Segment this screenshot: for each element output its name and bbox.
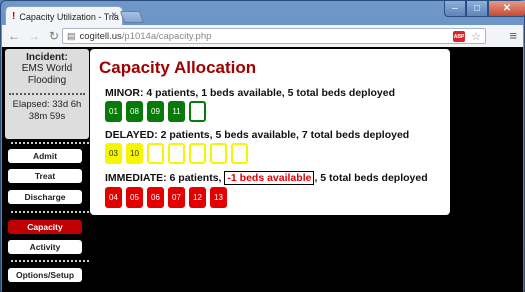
nav-activity-button[interactable]: Activity	[8, 240, 82, 254]
divider	[9, 93, 85, 95]
bed-slot[interactable]: 07	[168, 187, 185, 208]
window-controls: – □ ✕	[444, 1, 525, 17]
sidebar-divider	[11, 142, 89, 144]
browser-toolbar: ← → ↻ ▤ cogitell.us/p1014a/capacity.php …	[2, 25, 523, 47]
tab-strip: ! Capacity Utilization - Tria × – □ ✕	[1, 1, 525, 26]
page-content: Incident: EMS World Flooding Elapsed: 33…	[2, 47, 523, 292]
sidebar: Incident: EMS World Flooding Elapsed: 33…	[5, 49, 89, 139]
empty-bed-slot[interactable]	[168, 143, 185, 164]
sidebar-divider	[11, 211, 89, 213]
browser-window: ! Capacity Utilization - Tria × – □ ✕ ← …	[0, 0, 525, 292]
nav-treat-button[interactable]: Treat	[8, 169, 82, 183]
bed-slot[interactable]: 06	[147, 187, 164, 208]
minimize-button[interactable]: –	[444, 1, 466, 17]
capacity-panel: Capacity Allocation MINOR: 4 patients, 1…	[90, 49, 450, 215]
bookmark-star-icon[interactable]: ☆	[471, 30, 481, 43]
sidebar-divider	[11, 260, 89, 262]
empty-bed-slot[interactable]	[210, 143, 227, 164]
bed-slot[interactable]: 01	[105, 101, 122, 122]
hamburger-menu-icon[interactable]: ≡	[509, 28, 517, 43]
bed-slot[interactable]: 12	[189, 187, 206, 208]
incident-box: Incident: EMS World Flooding Elapsed: 33…	[5, 49, 89, 139]
empty-bed-slot[interactable]	[189, 143, 206, 164]
page-title: Capacity Allocation	[99, 58, 257, 77]
empty-bed-slot[interactable]	[189, 101, 206, 122]
close-window-button[interactable]: ✕	[488, 1, 525, 17]
adblock-icon[interactable]: ABP	[453, 31, 465, 42]
immediate-section: IMMEDIATE: 6 patients, -1 beds available…	[105, 171, 428, 208]
url-host: cogitell.us	[79, 30, 122, 42]
delayed-summary: DELAYED: 2 patients, 5 beds available, 7…	[105, 129, 410, 141]
warning-favicon-icon: !	[12, 11, 16, 22]
immediate-beds: 04 05 06 07 12 13	[105, 187, 428, 208]
incident-name-line2: Flooding	[27, 75, 67, 86]
bed-slot[interactable]: 03	[105, 143, 122, 164]
bed-slot[interactable]: 04	[105, 187, 122, 208]
nav-admit-button[interactable]: Admit	[8, 149, 82, 163]
browser-tab[interactable]: ! Capacity Utilization - Tria ×	[5, 6, 123, 26]
bed-slot[interactable]: 13	[210, 187, 227, 208]
bed-slot[interactable]: 08	[126, 101, 143, 122]
bed-slot[interactable]: 05	[126, 187, 143, 208]
page-icon: ▤	[67, 30, 76, 41]
empty-bed-slot[interactable]	[231, 143, 248, 164]
bed-slot[interactable]: 10	[126, 143, 143, 164]
new-tab-button[interactable]	[119, 11, 145, 23]
back-arrow-icon[interactable]: ←	[6, 28, 22, 44]
empty-bed-slot[interactable]	[147, 143, 164, 164]
reload-icon[interactable]: ↻	[46, 28, 62, 44]
url-path: /p1014a/capacity.php	[121, 30, 212, 42]
bed-slot[interactable]: 11	[168, 101, 185, 122]
nav-discharge-button[interactable]: Discharge	[8, 190, 82, 204]
incident-label: Incident:	[26, 52, 68, 63]
nav-options-setup-button[interactable]: Options/Setup	[8, 268, 82, 282]
immediate-suffix: , 5 total beds deployed	[314, 172, 428, 184]
bed-slot[interactable]: 09	[147, 101, 164, 122]
nav-capacity-button[interactable]: Capacity	[8, 220, 82, 234]
delayed-section: DELAYED: 2 patients, 5 beds available, 7…	[105, 129, 409, 164]
immediate-summary: IMMEDIATE: 6 patients, -1 beds available…	[105, 171, 428, 185]
maximize-button[interactable]: □	[466, 1, 488, 17]
beds-available-alert: -1 beds available	[224, 171, 315, 185]
delayed-beds: 03 10	[105, 143, 409, 164]
elapsed-line1: Elapsed: 33d 6h	[12, 99, 82, 110]
minor-section: MINOR: 4 patients, 1 beds available, 5 t…	[105, 87, 395, 122]
address-bar[interactable]: ▤ cogitell.us/p1014a/capacity.php ABP ☆	[62, 28, 486, 44]
immediate-prefix: IMMEDIATE: 6 patients,	[105, 172, 222, 184]
elapsed-line2: 38m 59s	[28, 111, 66, 122]
minor-summary: MINOR: 4 patients, 1 beds available, 5 t…	[105, 87, 395, 99]
incident-name-line1: EMS World	[21, 63, 73, 74]
tab-title: Capacity Utilization - Tria	[19, 11, 119, 22]
minor-beds: 01 08 09 11	[105, 101, 395, 122]
forward-arrow-icon[interactable]: →	[26, 28, 42, 44]
close-tab-icon[interactable]: ×	[111, 10, 117, 21]
